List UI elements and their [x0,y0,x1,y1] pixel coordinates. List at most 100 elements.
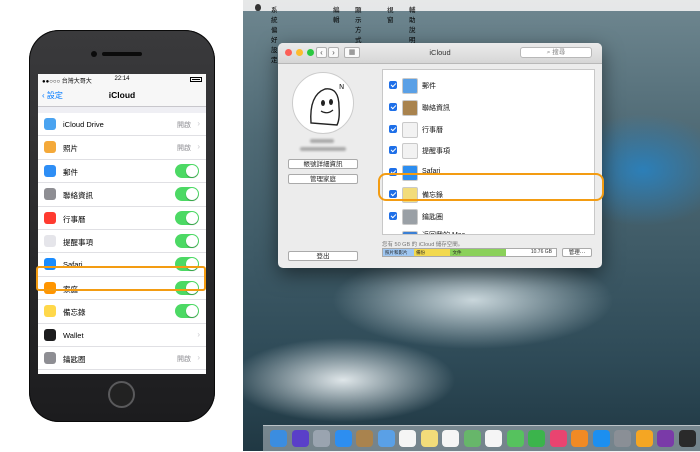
toggle-switch[interactable] [175,163,199,178]
settings-row[interactable]: 備份開啟› [38,370,206,374]
terminal-icon[interactable] [678,430,696,447]
checkbox[interactable] [389,146,397,155]
itunes-icon[interactable] [549,430,567,447]
mail-icon [402,78,418,94]
settings-row[interactable]: 備忘錄 [38,300,206,324]
manage-storage-button[interactable]: 管理⋯ [562,248,592,257]
svg-text:N: N [339,83,344,91]
menu-item[interactable]: 視窗 [387,4,394,24]
service-row: 聯絡資訊 [383,96,594,118]
system-preferences-icon[interactable] [614,430,631,447]
menu-item[interactable]: 系統偏好設定 [271,4,278,64]
menu-item[interactable]: 顯示方式 [355,4,362,44]
reminders-icon [402,143,418,160]
settings-row-label: 備忘錄 [63,308,86,318]
settings-row-label: iCloud Drive [63,120,104,129]
wallet-icon [44,328,56,341]
keychain-icon [44,351,56,364]
settings-row-label: 照片 [63,144,78,154]
notes-icon[interactable] [420,430,438,447]
photos-icon [44,141,56,154]
chevron-right-icon: › [197,352,200,362]
toggle-switch[interactable] [175,187,199,202]
settings-row[interactable]: Wallet › [38,324,206,347]
notes-service-highlight [378,173,604,201]
service-label: 郵件 [422,83,436,90]
search-field[interactable]: ⌕ 搜尋 [520,47,592,58]
checkbox[interactable] [389,233,397,234]
icloud-services-list: 郵件聯絡資訊行事曆提醒事項Safari備忘錄鑰匙圈返回我的 Mac從其他電腦透過… [382,69,595,235]
mail-icon[interactable] [377,430,395,447]
sign-out-button[interactable]: 登出 [288,251,358,261]
maps-icon[interactable] [463,430,481,447]
photos-icon[interactable] [485,430,502,447]
storage-segment: 備份 [414,249,451,256]
front-camera [91,51,97,57]
settings-row[interactable]: 鑰匙圈 開啟 › [38,347,206,371]
settings-row[interactable]: 行事曆 [38,207,206,230]
settings-row[interactable]: 郵件 [38,160,206,184]
finder-icon[interactable] [270,430,287,447]
mac-desktop: 系統偏好設定 編輯 顯示方式 視窗 輔助說明 ‹ › ▦ iCloud ⌕ 搜尋 N [243,0,700,451]
service-label: 聯絡資訊 [422,104,450,112]
navigation-bar: ‹ 設定 iCloud [38,85,206,107]
settings-row[interactable]: iCloud Drive 開啟 › [38,113,206,137]
calendar-icon[interactable] [399,430,416,447]
settings-row[interactable]: 照片 開啟 › [38,136,206,160]
window-titlebar: ‹ › ▦ iCloud ⌕ 搜尋 [278,43,602,64]
contacts-icon[interactable] [356,430,373,447]
manage-family-button[interactable]: 管理家庭 [288,174,358,184]
ibooks-icon[interactable] [571,430,588,447]
calendar-icon [402,121,418,138]
settings-row[interactable]: 聯絡資訊 [38,183,206,207]
contacts-icon [44,188,56,201]
service-row: 鑰匙圈 [383,205,594,227]
status-time: 22:14 [114,76,130,82]
siri-icon[interactable] [291,430,309,447]
toggle-switch[interactable] [175,233,199,248]
checkbox[interactable] [389,102,397,111]
page-title: iCloud [108,90,136,100]
service-row: 郵件 [383,74,594,96]
chevron-right-icon: › [197,329,200,339]
menu-item[interactable]: 輔助說明 [409,4,416,44]
reminders-icon[interactable] [442,430,459,447]
home-button[interactable] [108,381,135,408]
dock [263,425,700,452]
storage-segment: 照片和影片 [383,249,415,256]
service-row: 行事曆 [383,118,594,140]
settings-row-label: 郵件 [63,167,78,177]
settings-row-value: 開啟 [177,355,191,363]
onenote-icon[interactable] [657,430,674,447]
notes-icon [44,305,56,318]
blurred-user-name [310,139,334,143]
app-store-icon[interactable] [592,430,610,447]
account-details-button[interactable]: 帳號詳細資訊 [288,159,358,169]
menu-item[interactable]: 編輯 [333,4,340,24]
facetime-icon[interactable] [528,430,545,447]
settings-row-label: Wallet [63,330,84,340]
checkbox[interactable] [389,81,397,89]
settings-row-value: 開啟 [177,145,191,153]
storage-usage-bar: 文件 備份 照片和影片 10.76 GB [382,248,557,257]
service-options-button[interactable]: 詳細資訊⋯ [548,233,588,234]
service-label: 鑰匙圈 [422,213,443,221]
toggle-switch[interactable] [175,304,199,319]
iphone-device: ●●○○○ 台灣大哥大 22:14 ‹ 設定 iCloud iCloud Dri… [29,30,215,422]
launchpad-icon[interactable] [313,430,330,447]
messages-icon[interactable] [506,430,524,447]
service-label: 返回我的 Mac [422,230,465,234]
toggle-switch[interactable] [175,210,199,225]
earpiece-speaker [102,52,142,56]
checkbox[interactable] [389,124,397,133]
settings-row-label: 提醒事項 [63,237,93,247]
blurred-user-email [300,147,346,151]
checkbox[interactable] [389,211,397,220]
settings-row[interactable]: 提醒事項 [38,230,206,254]
battery-icon [190,77,202,82]
settings-row-label: 聯絡資訊 [63,191,93,201]
status-bar: ●●○○○ 台灣大哥大 22:14 [38,74,206,85]
butterfly-icon[interactable] [635,430,653,447]
chevron-right-icon: › [197,119,200,128]
safari-icon[interactable] [334,430,352,447]
